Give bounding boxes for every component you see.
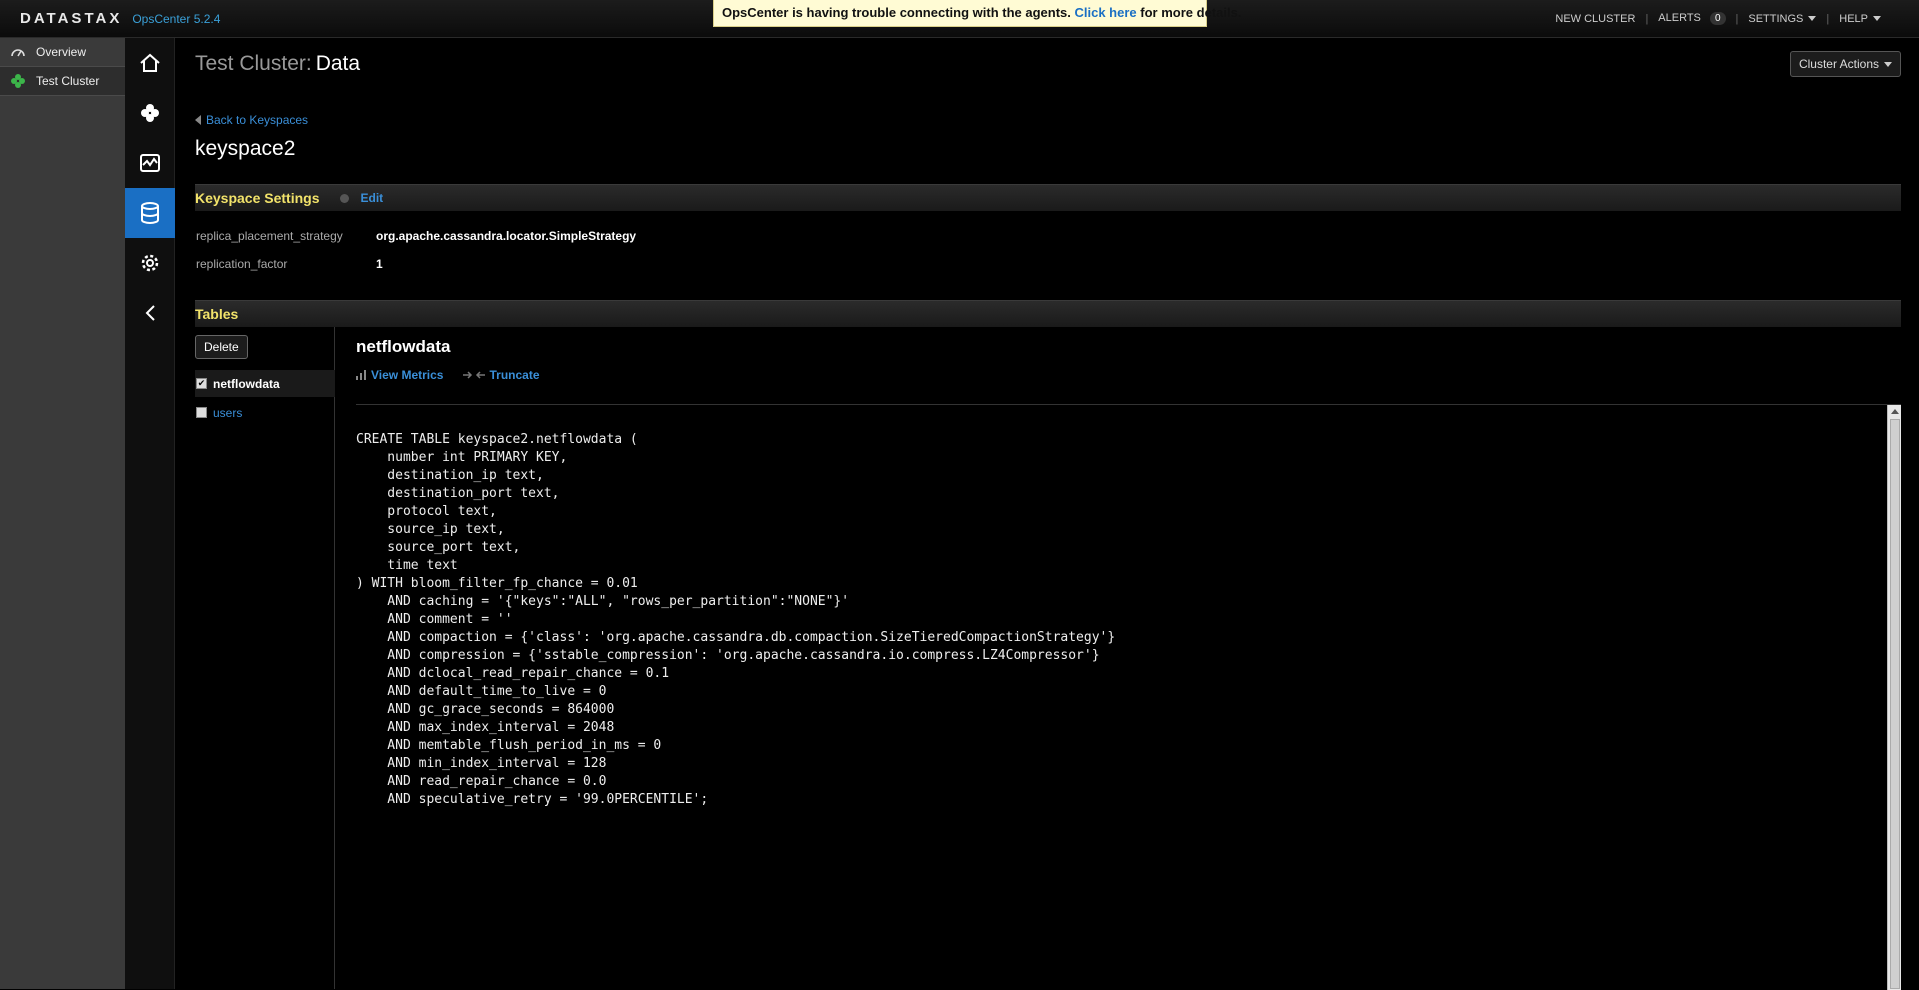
settings-menu[interactable]: SETTINGS	[1748, 12, 1817, 25]
table-checkbox[interactable]: ✔	[196, 378, 207, 389]
rail-data-button[interactable]	[125, 188, 175, 238]
icon-rail	[125, 38, 175, 989]
cluster-actions-button[interactable]: Cluster Actions	[1789, 51, 1901, 77]
help-menu[interactable]: HELP	[1839, 13, 1881, 25]
notice-details-link[interactable]: Click here	[1075, 5, 1137, 20]
main-content: Test Cluster: Data Cluster Actions Back t…	[175, 38, 1919, 990]
product-version: OpsCenter 5.2.4	[132, 12, 221, 26]
table-list-panel: Delete ✔ netflowdata users	[195, 327, 335, 989]
vertical-scrollbar[interactable]	[1887, 405, 1901, 990]
nav-divider: |	[1645, 12, 1649, 25]
home-icon	[140, 53, 160, 72]
back-arrow-icon	[195, 115, 201, 125]
cluster-name: Test Cluster:	[195, 52, 312, 75]
collapse-icon	[145, 305, 155, 321]
table-detail-panel: netflowdata View Metrics Truncate CREATE…	[356, 327, 1901, 990]
edit-settings-button[interactable]: Edit	[339, 191, 384, 205]
alerts-link[interactable]: ALERTS 0	[1658, 12, 1726, 25]
agent-connection-notice: OpsCenter is having trouble connecting w…	[713, 0, 1241, 27]
edit-label: Edit	[360, 191, 384, 205]
keyspace-title: keyspace2	[195, 137, 296, 160]
notice-suffix: for more details.	[1140, 5, 1242, 20]
setting-key: replica_placement_strategy	[196, 229, 343, 243]
sidebar-item-label: Overview	[36, 45, 87, 59]
truncate-label: Truncate	[489, 368, 540, 382]
chevron-down-icon	[1808, 16, 1817, 22]
sidebar-item-test-cluster[interactable]: Test Cluster	[0, 67, 125, 96]
create-table-statement: CREATE TABLE keyspace2.netflowdata ( num…	[356, 432, 1116, 807]
delete-table-button[interactable]: Delete	[195, 335, 248, 359]
brand-name: DATASTAX	[20, 10, 123, 27]
sidebar-item-overview[interactable]: Overview	[0, 38, 125, 67]
scrollbar-thumb[interactable]	[1890, 419, 1900, 989]
back-link-label: Back to Keyspaces	[206, 113, 309, 127]
rail-home-button[interactable]	[125, 38, 175, 88]
monitor-icon	[140, 154, 160, 172]
bar-chart-icon	[356, 370, 366, 380]
new-cluster-link[interactable]: NEW CLUSTER	[1555, 13, 1635, 25]
top-bar: DATASTAX OpsCenter 5.2.4 OpsCenter is ha…	[0, 0, 1919, 38]
setting-key: replication_factor	[196, 257, 288, 271]
notice-text: OpsCenter is having trouble connecting w…	[722, 5, 1071, 20]
rail-dashboard-button[interactable]	[125, 138, 175, 188]
table-list-item[interactable]: ✔ netflowdata	[195, 370, 335, 397]
table-ddl-viewer[interactable]: CREATE TABLE keyspace2.netflowdata ( num…	[356, 404, 1901, 990]
setting-row: replication_factor 1	[196, 257, 383, 271]
chevron-down-icon	[1873, 16, 1881, 22]
cluster-sidebar: Overview Test Cluster	[0, 38, 125, 989]
view-metrics-label: View Metrics	[371, 368, 444, 382]
edit-icon	[339, 193, 349, 203]
cluster-icon	[10, 73, 26, 89]
cluster-actions-label: Cluster Actions	[1798, 57, 1879, 71]
setting-value: org.apache.cassandra.locator.SimpleStrat…	[376, 229, 637, 243]
gear-icon	[141, 254, 159, 272]
datastax-logo[interactable]: DATASTAX OpsCenter 5.2.4	[20, 10, 220, 27]
view-metrics-link[interactable]: View Metrics	[356, 368, 443, 382]
table-checkbox[interactable]	[196, 407, 207, 418]
table-title: netflowdata	[356, 337, 451, 356]
alerts-count-badge: 0	[1709, 12, 1726, 25]
nav-divider: |	[1826, 12, 1830, 25]
rail-collapse-button[interactable]	[125, 288, 175, 338]
nav-divider: |	[1735, 12, 1739, 25]
rail-nodes-button[interactable]	[125, 88, 175, 138]
truncate-icon	[463, 371, 486, 379]
rail-settings-button[interactable]	[125, 238, 175, 288]
setting-row: replica_placement_strategy org.apache.ca…	[196, 229, 636, 243]
back-to-keyspaces-link[interactable]: Back to Keyspaces	[195, 113, 308, 127]
section-title: Tables	[195, 306, 239, 322]
top-nav: NEW CLUSTER | ALERTS 0 | SETTINGS | HELP	[1555, 12, 1881, 25]
nodes-icon	[141, 104, 159, 122]
truncate-link[interactable]: Truncate	[463, 368, 540, 382]
page-section: Data	[315, 52, 361, 75]
chevron-down-icon	[1884, 62, 1892, 68]
scroll-up-icon[interactable]	[1891, 409, 1899, 414]
help-label: HELP	[1839, 12, 1868, 25]
gauge-icon	[10, 44, 26, 60]
table-name: netflowdata	[213, 376, 280, 391]
table-actions: View Metrics Truncate	[356, 368, 560, 382]
database-icon	[141, 202, 159, 224]
keyspace-settings-header: Keyspace Settings Edit	[195, 184, 1901, 211]
sidebar-item-label: Test Cluster	[36, 74, 100, 88]
table-list-item[interactable]: users	[195, 399, 335, 426]
settings-label: SETTINGS	[1748, 12, 1804, 25]
setting-value: 1	[376, 257, 383, 271]
tables-header: Tables	[195, 300, 1901, 327]
section-title: Keyspace Settings	[195, 190, 320, 206]
page-title: Test Cluster: Data	[195, 52, 360, 76]
table-name: users	[213, 405, 243, 420]
alerts-label: ALERTS	[1658, 12, 1701, 24]
